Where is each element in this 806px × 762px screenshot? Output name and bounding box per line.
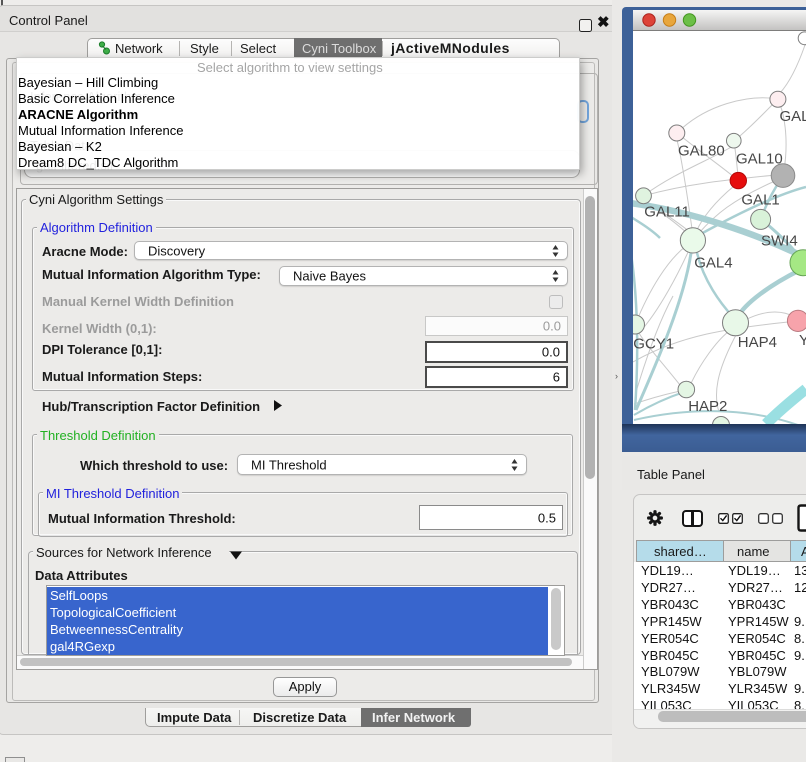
svg-text:HAP4: HAP4 [738,334,777,351]
svg-text:GAL10: GAL10 [736,151,783,168]
svg-text:SWI4: SWI4 [761,233,798,250]
svg-text:Y: Y [799,332,806,349]
svg-text:GAL1: GAL1 [741,192,779,209]
svg-text:GAL80: GAL80 [678,143,725,160]
svg-text:GAL4: GAL4 [694,255,732,272]
svg-text:GAL: GAL [780,108,806,125]
svg-text:GAL11: GAL11 [644,204,690,221]
svg-text:HAP2: HAP2 [688,398,727,415]
svg-text:GCY1: GCY1 [633,336,674,353]
